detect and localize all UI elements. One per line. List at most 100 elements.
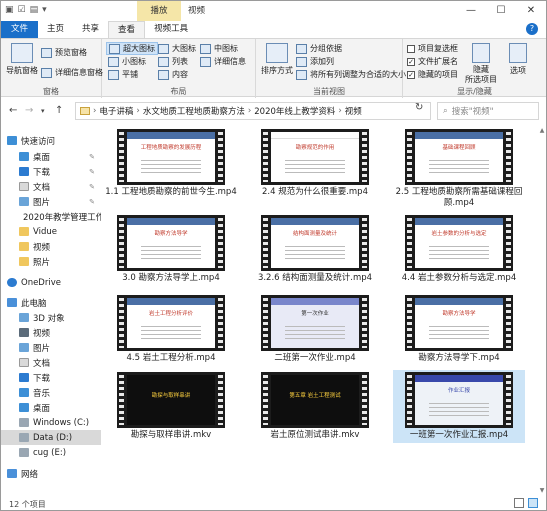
tab-share[interactable]: 共享	[73, 21, 108, 38]
large-icons-view-icon[interactable]	[528, 498, 538, 508]
up-arrow-icon[interactable]: ↑	[55, 104, 63, 118]
music-icon	[19, 388, 29, 397]
chevron-down-icon[interactable]: ▾	[42, 4, 47, 16]
layout-extra-large-icons[interactable]: 超大图标	[106, 42, 158, 55]
nav-item-drive-e[interactable]: cug (E:)	[1, 445, 101, 460]
view-switcher	[514, 498, 538, 508]
nav-item-documents[interactable]: 文档	[1, 355, 101, 370]
nav-item-desktop[interactable]: 桌面	[1, 400, 101, 415]
nav-item-videos[interactable]: 视频	[1, 325, 101, 340]
search-box[interactable]: ⌕ 搜索"视频"	[437, 102, 539, 120]
nav-item-folder[interactable]: 视频	[1, 239, 101, 254]
details-pane-button[interactable]: 详细信息窗格	[41, 67, 103, 78]
item-checkboxes-toggle[interactable]: 项目复选框	[407, 43, 458, 54]
file-extensions-checkbox[interactable]: ✓	[407, 57, 415, 66]
minimize-button[interactable]: —	[456, 1, 486, 21]
file-item[interactable]: 工程地质勘察的发展历程 1.1 工程地质勘察的前世今生.mp4	[105, 127, 237, 200]
forward-arrow-icon[interactable]: →	[25, 104, 33, 118]
nav-item-label: cug (E:)	[33, 447, 67, 458]
tab-video-tools[interactable]: 视频工具	[145, 21, 197, 38]
file-item[interactable]: 勘察方法导学 勘察方法导学下.mp4	[393, 293, 525, 366]
file-item[interactable]: 岩土参数的分析与选定 4.4 岩土参数分析与选定.mp4	[393, 213, 525, 286]
new-folder-icon[interactable]: ▤	[30, 4, 39, 16]
size-columns-button[interactable]: 将所有列调整为合适的大小	[296, 69, 406, 80]
layout-large-icons[interactable]: 大图标	[158, 43, 196, 54]
film-strip	[506, 375, 511, 425]
navigation-pane-button[interactable]: 导航窗格	[5, 43, 39, 76]
film-strip	[506, 132, 511, 182]
breadcrumb-item[interactable]: 电子讲稿	[99, 105, 133, 117]
recent-locations-icon[interactable]: ▾	[41, 104, 45, 118]
file-item-selected[interactable]: 作业汇报 一班第一次作业汇报.mp4	[393, 370, 525, 443]
address-bar[interactable]: › 电子讲稿 › 水文地质工程地质勘察方法 › 2020年线上教学资料 › 视频	[75, 102, 431, 120]
scroll-down-arrow-icon[interactable]: ▼	[538, 487, 546, 495]
hide-selected-button[interactable]: 隐藏 所选项目	[461, 43, 501, 85]
file-item[interactable]: 勘察方法导学 3.0 勘察方法导学上.mp4	[105, 213, 237, 286]
hidden-items-checkbox[interactable]: ✓	[407, 70, 415, 79]
slide-preview: 勘察规范的作用	[271, 132, 359, 182]
nav-item-desktop[interactable]: 桌面 ✎	[1, 149, 101, 164]
nav-item-folder[interactable]: Vidue	[1, 224, 101, 239]
file-item[interactable]: 结构面测量及统计 3.2.6 结构面测量及统计.mp4	[249, 213, 381, 286]
slide-title: 第一次作业	[301, 311, 329, 317]
nav-onedrive[interactable]: OneDrive	[1, 275, 101, 290]
film-strip	[407, 375, 412, 425]
details-icon	[200, 56, 211, 67]
tab-home[interactable]: 主页	[38, 21, 73, 38]
nav-item-3d-objects[interactable]: 3D 对象	[1, 310, 101, 325]
nav-item-pictures[interactable]: 图片 ✎	[1, 194, 101, 209]
file-item[interactable]: 勘察规范的作用 2.4 规范为什么很重要.mp4	[249, 127, 381, 200]
add-columns-button[interactable]: 添加列	[296, 56, 334, 67]
properties-icon[interactable]: ☑	[18, 4, 26, 16]
details-view-icon[interactable]	[514, 498, 524, 508]
tab-view[interactable]: 查看	[108, 21, 146, 38]
nav-item-documents[interactable]: 文档 ✎	[1, 179, 101, 194]
hidden-items-toggle[interactable]: ✓ 隐藏的项目	[407, 69, 458, 80]
layout-small-icons[interactable]: 小图标	[108, 56, 146, 67]
breadcrumb-item[interactable]: 2020年线上教学资料	[254, 105, 335, 117]
contextual-tools-tab[interactable]: 播放	[137, 1, 181, 21]
scroll-up-arrow-icon[interactable]: ▲	[538, 127, 546, 135]
nav-quick-access[interactable]: 快速访问	[1, 133, 101, 148]
layout-tiles[interactable]: 平铺	[108, 69, 138, 80]
close-button[interactable]: ✕	[516, 1, 546, 21]
layout-list[interactable]: 列表	[158, 56, 188, 67]
nav-item-folder[interactable]: 照片	[1, 254, 101, 269]
breadcrumb-item[interactable]: 视频	[345, 105, 362, 117]
file-item[interactable]: 岩土工程分析评价 4.5 岩土工程分析.mp4	[105, 293, 237, 366]
film-strip	[362, 132, 367, 182]
nav-this-pc[interactable]: 此电脑	[1, 295, 101, 310]
refresh-icon[interactable]: ↻	[415, 102, 423, 113]
nav-network[interactable]: 网络	[1, 466, 101, 481]
tab-file[interactable]: 文件	[1, 21, 39, 38]
slide-header	[271, 132, 359, 139]
nav-item-downloads[interactable]: 下载 ✎	[1, 164, 101, 179]
nav-item-drive-c[interactable]: Windows (C:)	[1, 415, 101, 430]
nav-item-music[interactable]: 音乐	[1, 385, 101, 400]
group-by-button[interactable]: 分组依据	[296, 43, 342, 54]
layout-content[interactable]: 内容	[158, 69, 188, 80]
file-item[interactable]: 第五章 岩土工程测试 岩土原位测试串讲.mkv	[249, 370, 381, 443]
file-item[interactable]: 勘探与取样串讲 勘探与取样串讲.mkv	[105, 370, 237, 443]
maximize-button[interactable]: ☐	[486, 1, 516, 21]
nav-item-label: 下载	[33, 167, 51, 178]
film-strip	[506, 298, 511, 348]
layout-medium-icons[interactable]: 中图标	[200, 43, 238, 54]
breadcrumb-item[interactable]: 水文地质工程地质勘察方法	[143, 105, 245, 117]
preview-pane-button[interactable]: 预览窗格	[41, 47, 87, 58]
nav-item-drive-d[interactable]: Data (D:)	[1, 430, 101, 445]
vertical-scrollbar[interactable]: ▲ ▼	[538, 127, 546, 495]
nav-item-pictures[interactable]: 图片	[1, 340, 101, 355]
item-checkboxes-checkbox[interactable]	[407, 44, 415, 53]
sort-by-button[interactable]: 排序方式	[260, 43, 294, 76]
file-item[interactable]: 基础课程回顾 2.5 工程地质勘察所需基础课程回顾.mp4	[393, 127, 525, 208]
file-extensions-toggle[interactable]: ✓ 文件扩展名	[407, 56, 458, 67]
help-icon[interactable]: ?	[526, 23, 538, 35]
nav-item-downloads[interactable]: 下载	[1, 370, 101, 385]
options-button[interactable]: 选项	[507, 43, 529, 76]
file-item[interactable]: 第一次作业 二班第一次作业.mp4	[249, 293, 381, 366]
layout-details[interactable]: 详细信息	[200, 56, 246, 67]
nav-item-label: 2020年教学管理工作	[23, 212, 101, 223]
nav-item-folder[interactable]: 2020年教学管理工作	[1, 209, 101, 224]
back-arrow-icon[interactable]: ←	[9, 104, 17, 118]
